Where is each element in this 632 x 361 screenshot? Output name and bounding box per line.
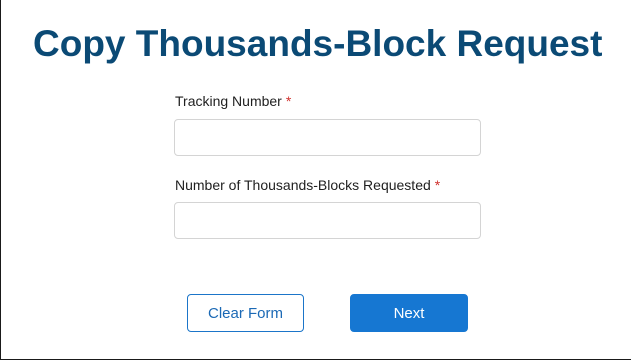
thousands-blocks-count-label-text: Number of Thousands-Blocks Requested	[175, 177, 431, 193]
required-marker: *	[285, 93, 292, 109]
tracking-number-label-text: Tracking Number	[175, 93, 282, 109]
tracking-number-input[interactable]	[174, 119, 481, 156]
tracking-number-label: Tracking Number *	[175, 92, 291, 110]
thousands-blocks-count-input[interactable]	[174, 202, 481, 239]
thousands-blocks-count-label: Number of Thousands-Blocks Requested *	[175, 176, 440, 194]
page-title: Copy Thousands-Block Request	[33, 23, 603, 64]
required-marker: *	[434, 177, 441, 193]
clear-form-button[interactable]: Clear Form	[187, 294, 304, 332]
next-button[interactable]: Next	[350, 294, 468, 332]
